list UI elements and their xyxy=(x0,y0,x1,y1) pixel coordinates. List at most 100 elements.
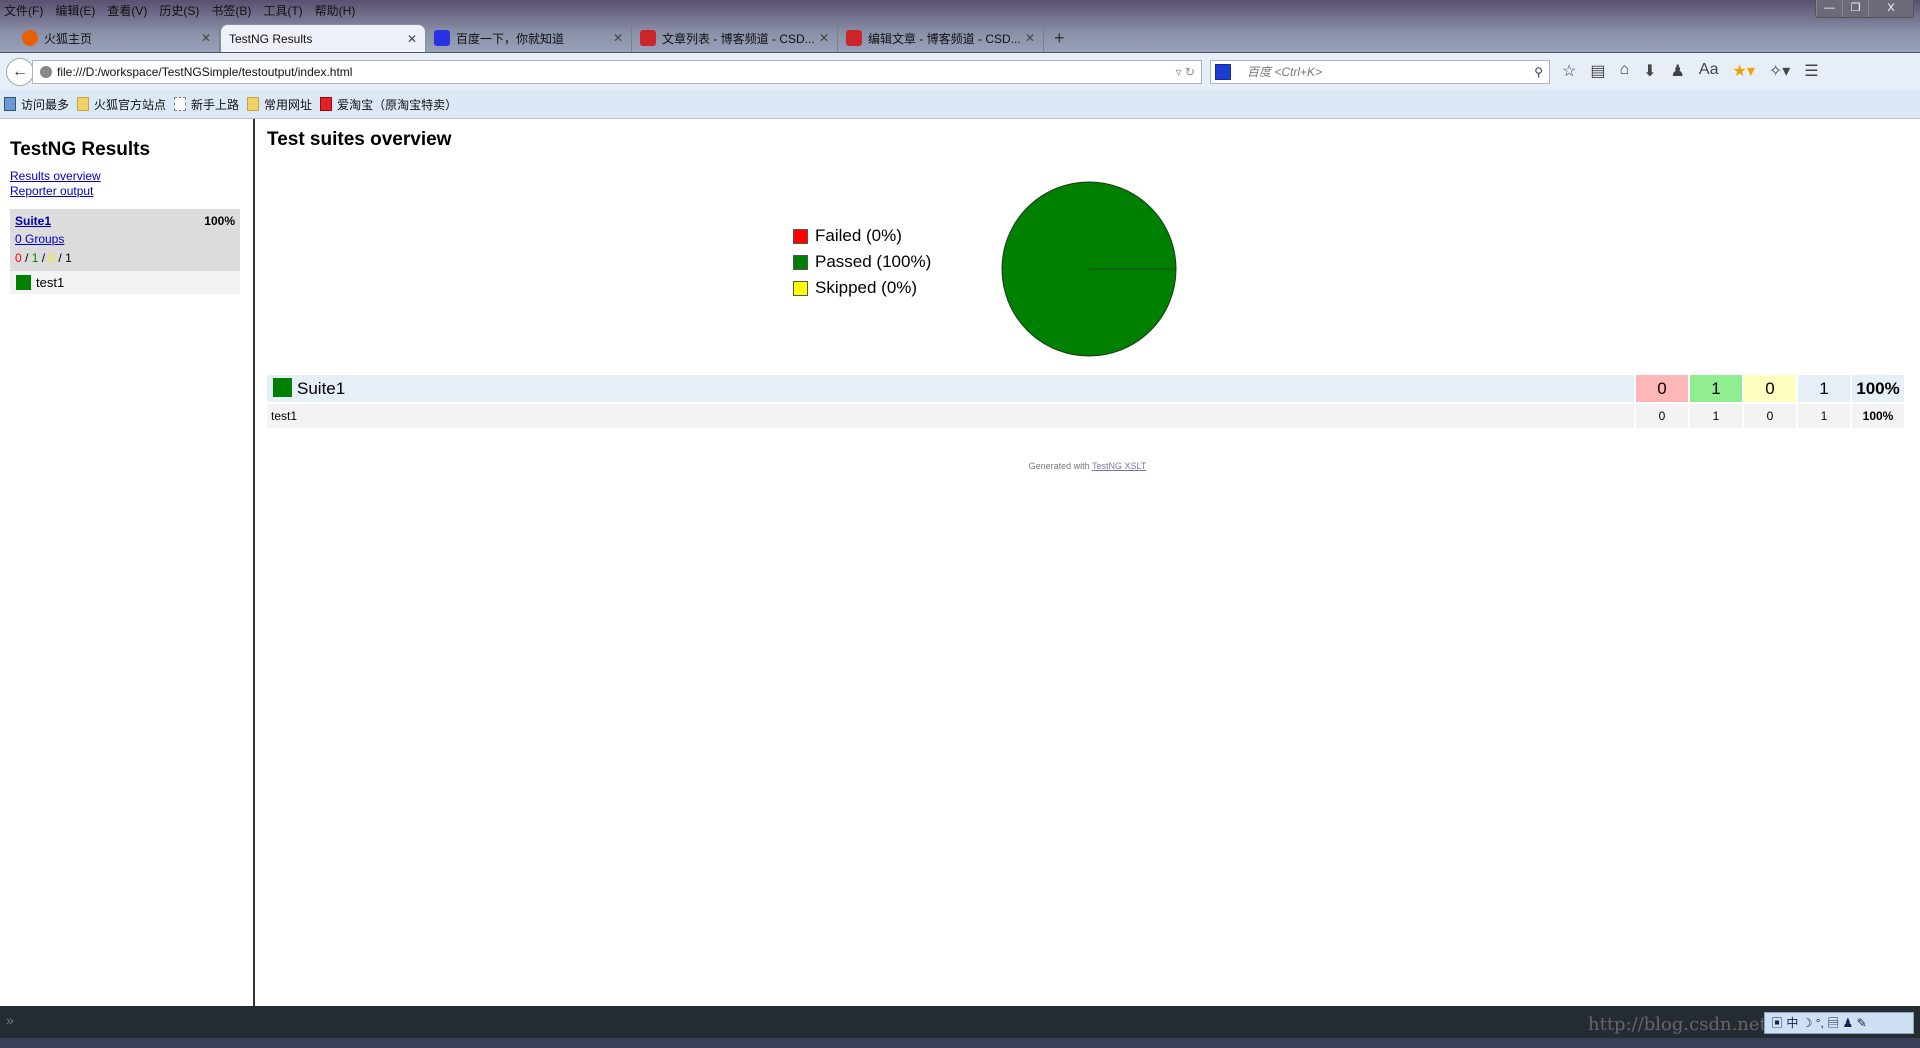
tab-label: 火狐主页 xyxy=(44,31,93,46)
firefox-icon xyxy=(22,30,38,46)
menu-view[interactable]: 查看(V) xyxy=(107,2,147,19)
skipped-cell: 0 xyxy=(1744,375,1796,402)
tab-csdn-articles[interactable]: 文章列表 - 博客频道 - CSD... ✕ xyxy=(632,24,838,52)
total-cell: 1 xyxy=(1798,375,1850,402)
bookmark-label: 访问最多 xyxy=(21,97,70,112)
failed-cell: 0 xyxy=(1636,375,1688,402)
tab-label: 编辑文章 - 博客频道 - CSD... xyxy=(868,31,1021,46)
bookmark-label: 新手上路 xyxy=(191,97,240,112)
test-name: test1 xyxy=(36,275,65,290)
results-overview-link[interactable]: Results overview xyxy=(10,169,243,184)
suite-name-cell[interactable]: Suite1 xyxy=(267,375,1634,402)
minimize-button[interactable]: — xyxy=(1816,0,1842,17)
legend-swatch-failed xyxy=(793,228,808,244)
chevron-right-icon[interactable]: » xyxy=(6,1012,14,1028)
ime-toolbar[interactable]: ▣ 中 ☽ °, ▤ ♟ ✎ xyxy=(1764,1012,1914,1034)
back-button[interactable]: ← xyxy=(6,58,34,86)
passed-cell: 1 xyxy=(1690,375,1742,402)
table-row-suite: Suite1 0 1 0 1 100% xyxy=(267,375,1904,402)
bookmark-firefox-sites[interactable]: 火狐官方站点 xyxy=(77,96,166,113)
close-tab-icon[interactable]: ✕ xyxy=(819,31,829,45)
reader-icon[interactable]: Aa xyxy=(1699,61,1719,81)
taskbar xyxy=(0,1038,1920,1048)
menu-tools[interactable]: 工具(T) xyxy=(263,2,302,19)
close-tab-icon[interactable]: ✕ xyxy=(1025,31,1035,45)
tab-csdn-edit[interactable]: 编辑文章 - 博客频道 - CSD... ✕ xyxy=(838,24,1044,52)
folder-icon xyxy=(247,97,260,111)
menu-edit[interactable]: 编辑(E) xyxy=(55,2,95,19)
tab-baidu[interactable]: 百度一下，你就知道 ✕ xyxy=(426,24,632,52)
home-icon[interactable]: ⌂ xyxy=(1619,61,1629,81)
legend-label: Skipped (0%) xyxy=(815,278,918,297)
footer: Generated with TestNG XSLT xyxy=(267,459,1908,474)
search-input[interactable]: 百度 <Ctrl+K> ⚲ xyxy=(1210,60,1550,84)
menu-help[interactable]: 帮助(H) xyxy=(315,2,356,19)
csdn-icon xyxy=(640,30,656,46)
percent-cell: 100% xyxy=(1852,404,1904,428)
passed-cell: 1 xyxy=(1690,404,1742,428)
globe-icon xyxy=(40,66,52,78)
main-content: Test suites overview Failed (0%) Passed … xyxy=(267,119,1908,1006)
bookmark-taobao[interactable]: 爱淘宝（原淘宝特卖） xyxy=(320,96,457,113)
status-bar: » http://blog.csdn.net/... ▣ 中 ☽ °, ▤ ♟ … xyxy=(0,1006,1920,1038)
sidebar: TestNG Results Results overview Reporter… xyxy=(0,119,255,1006)
menu-bookmarks[interactable]: 书签(B) xyxy=(211,2,251,19)
tab-label: 文章列表 - 博客频道 - CSD... xyxy=(662,31,815,46)
tab-strip: 火狐主页 ✕ TestNG Results ✕ 百度一下，你就知道 ✕ 文章列表 - … xyxy=(14,24,1075,52)
bookmark-label: 爱淘宝（原淘宝特卖） xyxy=(337,97,458,112)
suite-summary: Suite1 100% 0 Groups 0 / 1 / 0 / 1 xyxy=(10,209,240,271)
bookmark-label: 火狐官方站点 xyxy=(94,97,167,112)
close-tab-icon[interactable]: ✕ xyxy=(201,31,211,45)
menu-bar: 文件(F) 编辑(E) 查看(V) 历史(S) 书签(B) 工具(T) 帮助(H… xyxy=(4,2,355,19)
bookmark-most-visited[interactable]: 访问最多 xyxy=(4,96,69,113)
skipped-count: 0 xyxy=(48,251,56,265)
testng-xslt-link[interactable]: TestNG XSLT xyxy=(1092,461,1146,471)
menu-history[interactable]: 历史(S) xyxy=(159,2,199,19)
suite-percent: 100% xyxy=(204,214,235,228)
bookmark-common-sites[interactable]: 常用网址 xyxy=(247,96,312,113)
title-bar: 文件(F) 编辑(E) 查看(V) 历史(S) 书签(B) 工具(T) 帮助(H… xyxy=(0,0,1920,54)
search-icon[interactable]: ⚲ xyxy=(1534,61,1543,83)
menu-file[interactable]: 文件(F) xyxy=(4,2,43,19)
legend-failed: Failed (0%) xyxy=(793,223,931,249)
close-tab-icon[interactable]: ✕ xyxy=(613,31,623,45)
page-title: Test suites overview xyxy=(267,129,452,150)
legend-label: Failed (0%) xyxy=(815,226,902,245)
bookmark-label: 常用网址 xyxy=(264,97,313,112)
watermark: http://blog.csdn.net/... xyxy=(1588,1014,1790,1035)
account-icon[interactable]: ♟ xyxy=(1671,61,1685,81)
test-name-cell[interactable]: test1 xyxy=(267,404,1634,428)
suite-name: Suite1 xyxy=(297,379,346,398)
footer-text: Generated with xyxy=(1028,461,1092,471)
search-placeholder: 百度 <Ctrl+K> xyxy=(1247,65,1323,79)
reporter-output-link[interactable]: Reporter output xyxy=(10,184,243,199)
tab-firefox-home[interactable]: 火狐主页 ✕ xyxy=(14,24,220,52)
reload-icon[interactable]: ▿ ↻ xyxy=(1176,61,1195,83)
sidebar-title: TestNG Results xyxy=(10,139,151,160)
legend-label: Passed (100%) xyxy=(815,252,932,271)
bookmark-getting-started[interactable]: 新手上路 xyxy=(174,96,239,113)
close-tab-icon[interactable]: ✕ xyxy=(407,32,417,46)
suites-table: Suite1 0 1 0 1 100% test1 0 1 0 1 100% xyxy=(265,373,1906,430)
suite-counts: 0 / 1 / 0 / 1 xyxy=(15,251,72,265)
legend-swatch-skipped xyxy=(793,280,808,296)
tab-testng-results[interactable]: TestNG Results ✕ xyxy=(220,24,426,52)
hamburger-menu-icon[interactable]: ☰ xyxy=(1804,61,1818,81)
new-tab-button[interactable]: + xyxy=(1044,24,1075,52)
addon-star-icon[interactable]: ★▾ xyxy=(1732,61,1754,81)
bookmark-star-icon[interactable]: ☆ xyxy=(1562,61,1576,81)
restore-button[interactable]: ❐ xyxy=(1842,0,1868,17)
percent-cell: 100% xyxy=(1852,375,1904,402)
url-bar[interactable]: file:///D:/workspace/TestNGSimple/testou… xyxy=(32,60,1202,84)
folder-icon xyxy=(77,97,90,111)
download-icon[interactable]: ⬇ xyxy=(1643,61,1656,81)
close-window-button[interactable]: X xyxy=(1868,0,1913,17)
baidu-search-engine-icon[interactable] xyxy=(1215,64,1231,80)
groups-link[interactable]: 0 Groups xyxy=(15,232,235,247)
navigation-bar: ← file:///D:/workspace/TestNGSimple/test… xyxy=(0,52,1920,90)
suite-link[interactable]: Suite1 xyxy=(15,214,51,229)
table-row-test: test1 0 1 0 1 100% xyxy=(267,404,1904,428)
addon-icon[interactable]: ✧▾ xyxy=(1769,61,1790,81)
test-item[interactable]: test1 xyxy=(10,271,240,294)
bookmarks-list-icon[interactable]: ▤ xyxy=(1590,61,1605,81)
